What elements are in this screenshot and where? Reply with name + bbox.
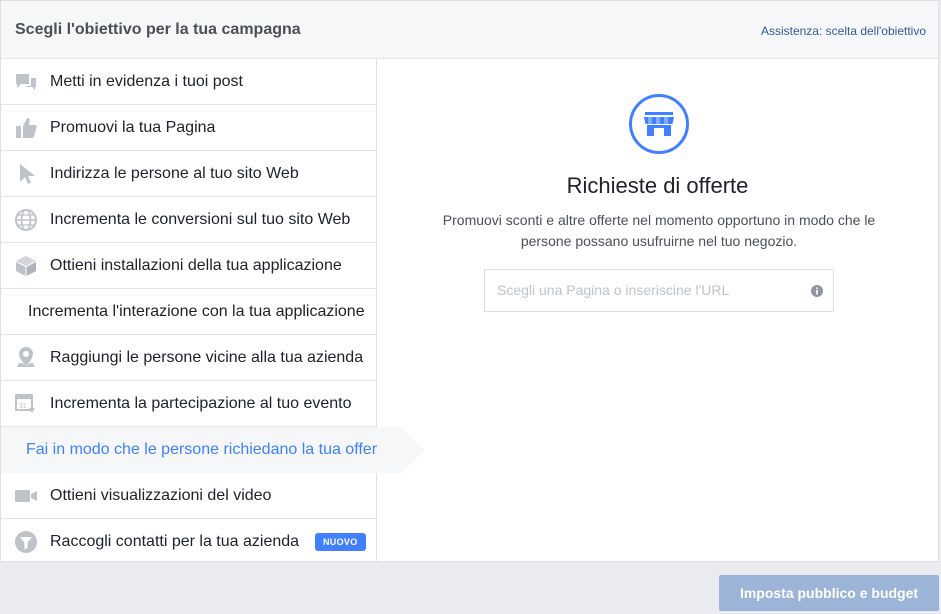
map-pin-icon <box>14 346 38 370</box>
set-audience-budget-button[interactable]: Imposta pubblico e budget <box>719 575 939 611</box>
page-url-field <box>484 269 834 312</box>
objective-offer-claims[interactable]: Fai in modo che le persone richiedano la… <box>1 427 425 473</box>
box-icon <box>14 254 38 278</box>
objective-label: Promuovi la tua Pagina <box>50 118 216 136</box>
cursor-icon <box>14 162 38 186</box>
page-url-input[interactable] <box>485 270 795 310</box>
objective-label: Incrementa le conversioni sul tuo sito W… <box>50 210 351 228</box>
objective-list: Metti in evidenza i tuoi post Promuovi l… <box>1 59 425 565</box>
dialog-header: Scegli l'obiettivo per la tua campagna A… <box>1 1 938 59</box>
speech-bubbles-icon <box>14 70 38 94</box>
new-badge: NUOVO <box>315 533 366 551</box>
objective-promote-page[interactable]: Promuovi la tua Pagina <box>1 105 376 151</box>
objective-label: Indirizza le persone al tuo sito Web <box>50 164 299 182</box>
objective-lead-generation[interactable]: Raccogli contatti per la tua azienda NUO… <box>1 519 376 565</box>
objective-video-views[interactable]: Ottieni visualizzazioni del video <box>1 473 376 519</box>
thumbs-up-icon <box>14 116 38 140</box>
objective-detail-panel: Richieste di offerte Promuovi sconti e a… <box>377 59 938 562</box>
campaign-objective-dialog: Scegli l'obiettivo per la tua campagna A… <box>0 0 939 562</box>
objective-event-responses[interactable]: 31 Incrementa la partecipazione al tuo e… <box>1 381 376 427</box>
objective-local-awareness[interactable]: Raggiungi le persone vicine alla tua azi… <box>1 335 376 381</box>
svg-text:31: 31 <box>19 403 27 410</box>
objective-label: Fai in modo che le persone richiedano la… <box>26 441 378 458</box>
objective-description: Promuovi sconti e altre offerte nel mome… <box>442 212 876 249</box>
info-icon[interactable] <box>811 284 823 297</box>
objective-boost-posts[interactable]: Metti in evidenza i tuoi post <box>1 59 376 105</box>
objective-website-traffic[interactable]: Indirizza le persone al tuo sito Web <box>1 151 376 197</box>
objective-website-conversions[interactable]: Incrementa le conversioni sul tuo sito W… <box>1 197 376 243</box>
store-icon <box>629 94 689 154</box>
objective-label: Incrementa l'interazione con la tua appl… <box>28 302 365 320</box>
help-link[interactable]: Assistenza: scelta dell'obiettivo <box>761 24 926 38</box>
objective-label: Ottieni installazioni della tua applicaz… <box>50 256 342 274</box>
dialog-title: Scegli l'obiettivo per la tua campagna <box>15 21 301 38</box>
video-camera-icon <box>14 484 38 508</box>
objective-label: Raccogli contatti per la tua azienda <box>50 533 300 550</box>
objective-title: Richieste di offerte <box>566 173 749 198</box>
calendar-icon: 31 <box>14 392 38 416</box>
objective-label: Ottieni visualizzazioni del video <box>50 486 272 504</box>
objective-label: Metti in evidenza i tuoi post <box>50 72 243 90</box>
objective-label: Raggiungi le persone vicine alla tua azi… <box>50 348 364 366</box>
globe-icon <box>14 208 38 232</box>
objective-app-engagement[interactable]: Incrementa l'interazione con la tua appl… <box>1 289 376 335</box>
funnel-icon <box>14 530 38 554</box>
objective-app-installs[interactable]: Ottieni installazioni della tua applicaz… <box>1 243 376 289</box>
objective-label: Incrementa la partecipazione al tuo even… <box>50 394 352 412</box>
